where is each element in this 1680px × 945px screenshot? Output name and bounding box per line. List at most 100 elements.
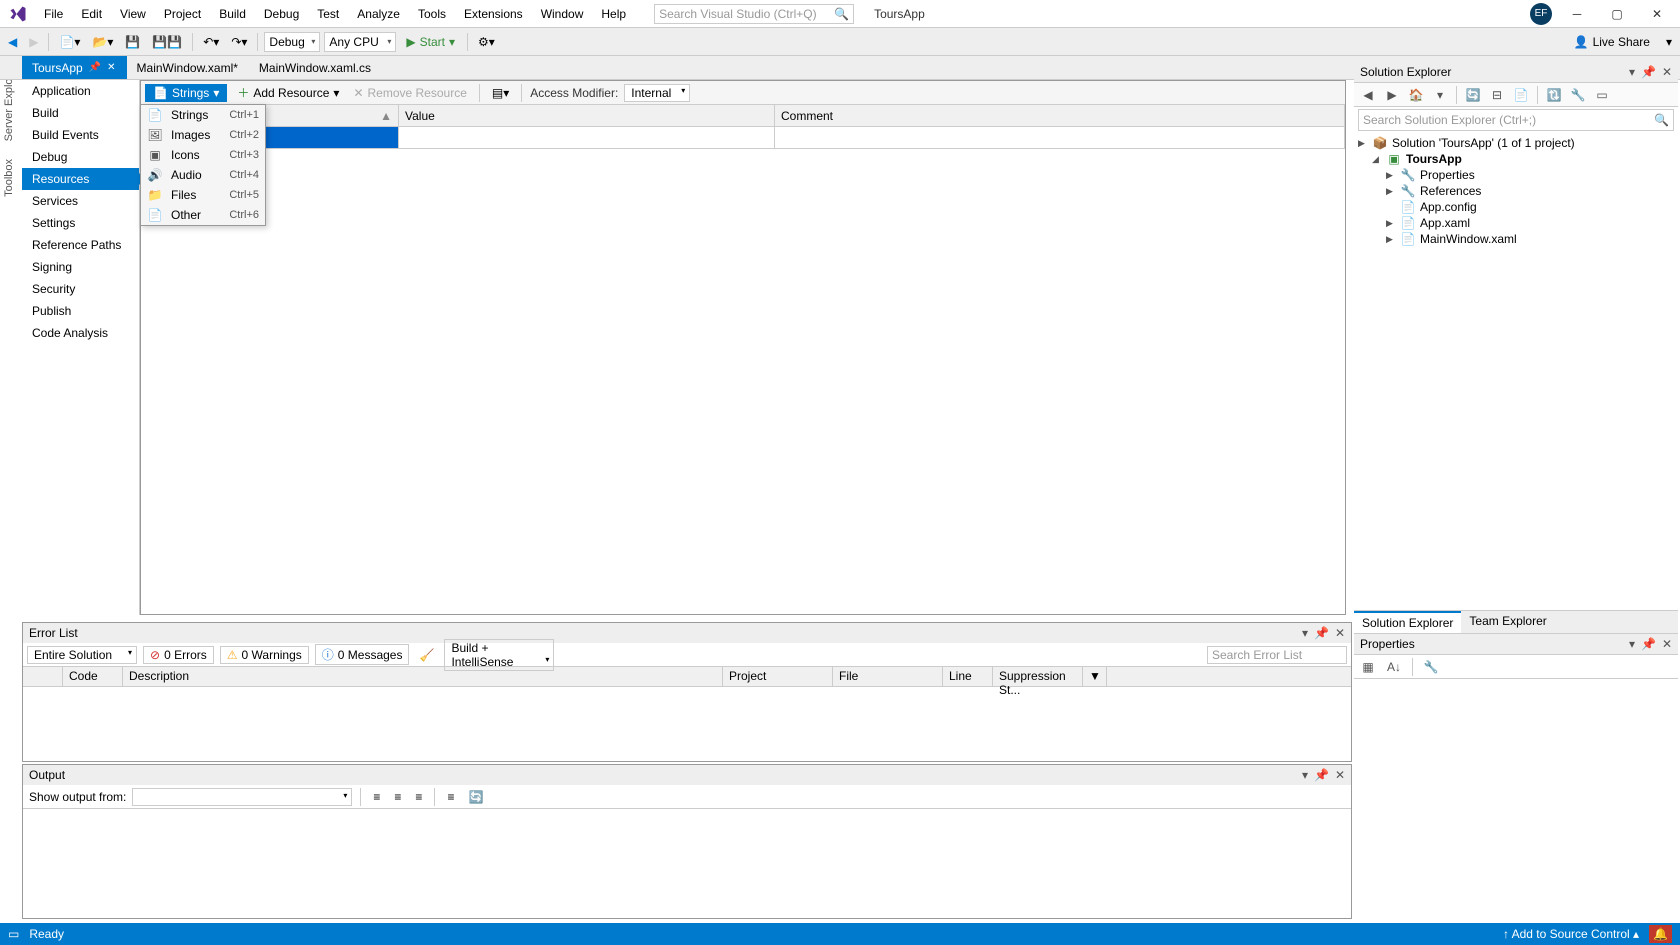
dd-audio[interactable]: 🔊AudioCtrl+4 [141,165,265,185]
out-btn-1[interactable]: ≡ [369,788,384,806]
close-icon[interactable]: ✕ [1335,626,1345,640]
feedback-button[interactable]: ▾ [1662,33,1676,51]
tree-app-xaml[interactable]: ▶📄App.xaml [1358,215,1674,231]
clear-button[interactable]: 🧹 [415,646,438,664]
el-col-description[interactable]: Description [123,667,723,686]
prop-tab-reference-paths[interactable]: Reference Paths [22,234,139,256]
prop-tab-security[interactable]: Security [22,278,139,300]
value-cell[interactable] [399,127,775,148]
open-button[interactable]: 📂▾ [88,33,117,51]
out-btn-5[interactable]: 🔄 [464,788,487,806]
menu-window[interactable]: Window [533,3,592,25]
col-value-header[interactable]: Value [399,105,775,126]
pin-icon[interactable]: 📌 [1314,768,1329,782]
panel-tab-team-explorer[interactable]: Team Explorer [1461,611,1554,633]
close-icon[interactable]: ✕ [1335,768,1345,782]
solution-search[interactable]: Search Solution Explorer (Ctrl+;) 🔍 [1358,109,1674,131]
nav-back-button[interactable]: ◀ [4,33,21,51]
out-btn-3[interactable]: ≡ [411,788,426,806]
rail-toolbox[interactable]: Toolbox [0,150,22,206]
menu-tools[interactable]: Tools [410,3,454,25]
menu-edit[interactable]: Edit [73,3,110,25]
pin-icon[interactable]: 📌 [89,62,101,73]
el-col-project[interactable]: Project [723,667,833,686]
categorized-button[interactable]: ▦ [1358,657,1378,677]
dd-images[interactable]: 🖼ImagesCtrl+2 [141,125,265,145]
project-node[interactable]: ◢ ▣ ToursApp [1358,151,1674,167]
step-button[interactable]: ⚙▾ [474,33,499,51]
redo-button[interactable]: ↷▾ [227,33,251,51]
start-button[interactable]: ▶ Start ▾ [400,33,461,51]
tab-mainwindow-xaml-cs[interactable]: MainWindow.xaml.cs [249,56,382,79]
dropdown-icon[interactable]: ▾ [1302,768,1308,782]
se-preview[interactable]: ▭ [1592,85,1612,105]
menu-help[interactable]: Help [593,3,634,25]
live-share-button[interactable]: 👤 Live Share [1566,33,1658,51]
access-modifier-select[interactable]: Internal [624,84,690,102]
minimize-button[interactable]: ─ [1562,3,1592,25]
se-home[interactable]: 🏠 [1406,85,1426,105]
tab-mainwindow-xaml-[interactable]: MainWindow.xaml* [127,56,249,79]
comment-cell[interactable] [775,127,1345,148]
scope-select[interactable]: Entire Solution [27,646,137,664]
save-all-button[interactable]: 💾💾 [148,33,186,51]
prop-tab-build-events[interactable]: Build Events [22,124,139,146]
output-source-select[interactable] [132,788,352,806]
search-box[interactable]: Search Visual Studio (Ctrl+Q) 🔍 [654,4,854,24]
close-icon[interactable]: ✕ [1662,637,1672,651]
resource-type-button[interactable]: 📄 Strings ▾ [145,84,227,102]
expand-icon[interactable]: ▶ [1386,170,1396,181]
se-back[interactable]: ◀ [1358,85,1378,105]
maximize-button[interactable]: ▢ [1602,3,1632,25]
nav-forward-button[interactable]: ▶ [25,33,42,51]
close-icon[interactable]: ✕ [107,62,115,73]
add-resource-button[interactable]: ＋ Add Resource ▾ [233,82,343,103]
expand-icon[interactable]: ▶ [1386,218,1396,229]
prop-tab-settings[interactable]: Settings [22,212,139,234]
user-avatar[interactable]: EF [1530,3,1552,25]
config-select[interactable]: Debug [264,32,320,52]
dropdown-icon[interactable]: ▾ [1629,637,1635,651]
menu-build[interactable]: Build [211,3,254,25]
expand-icon[interactable]: ▶ [1386,186,1396,197]
remove-resource-button[interactable]: ✕ Remove Resource [349,84,470,102]
menu-file[interactable]: File [36,3,71,25]
tree-mainwindow-xaml[interactable]: ▶📄MainWindow.xaml [1358,231,1674,247]
dd-files[interactable]: 📁FilesCtrl+5 [141,185,265,205]
errors-filter[interactable]: ⊘0 Errors [143,646,214,664]
menu-test[interactable]: Test [309,3,347,25]
se-fwd[interactable]: ▶ [1382,85,1402,105]
expand-icon[interactable]: ▶ [1358,138,1368,149]
error-search[interactable]: Search Error List [1207,646,1347,664]
prop-tab-services[interactable]: Services [22,190,139,212]
menu-debug[interactable]: Debug [256,3,307,25]
filter-icon[interactable]: ▼ [1083,667,1107,686]
menu-view[interactable]: View [112,3,154,25]
out-btn-4[interactable]: ≡ [443,788,458,806]
pin-icon[interactable]: 📌 [1641,65,1656,79]
panel-tab-solution-explorer[interactable]: Solution Explorer [1354,611,1461,633]
se-props[interactable]: 🔧 [1568,85,1588,105]
se-switch[interactable]: ▾ [1430,85,1450,105]
se-sync[interactable]: 🔄 [1463,85,1483,105]
solution-node[interactable]: ▶ 📦 Solution 'ToursApp' (1 of 1 project) [1358,135,1674,151]
prop-tab-application[interactable]: Application [22,80,139,102]
alpha-button[interactable]: A↓ [1384,657,1404,677]
el-col-icon[interactable] [23,667,63,686]
pin-icon[interactable]: 📌 [1641,637,1656,651]
expand-icon[interactable]: ◢ [1372,154,1382,165]
dd-icons[interactable]: ▣IconsCtrl+3 [141,145,265,165]
prop-tab-signing[interactable]: Signing [22,256,139,278]
build-intellisense-select[interactable]: Build + IntelliSense [444,639,554,671]
tree-app-config[interactable]: 📄App.config [1358,199,1674,215]
wrench-button[interactable]: 🔧 [1421,657,1441,677]
dropdown-icon[interactable]: ▾ [1629,65,1635,79]
tree-properties[interactable]: ▶🔧Properties [1358,167,1674,183]
prop-tab-publish[interactable]: Publish [22,300,139,322]
close-button[interactable]: ✕ [1642,3,1672,25]
dd-other[interactable]: 📄OtherCtrl+6 [141,205,265,225]
new-project-button[interactable]: 📄▾ [55,33,84,51]
prop-tab-build[interactable]: Build [22,102,139,124]
out-btn-2[interactable]: ≡ [390,788,405,806]
messages-filter[interactable]: ⓘ0 Messages [315,644,410,665]
